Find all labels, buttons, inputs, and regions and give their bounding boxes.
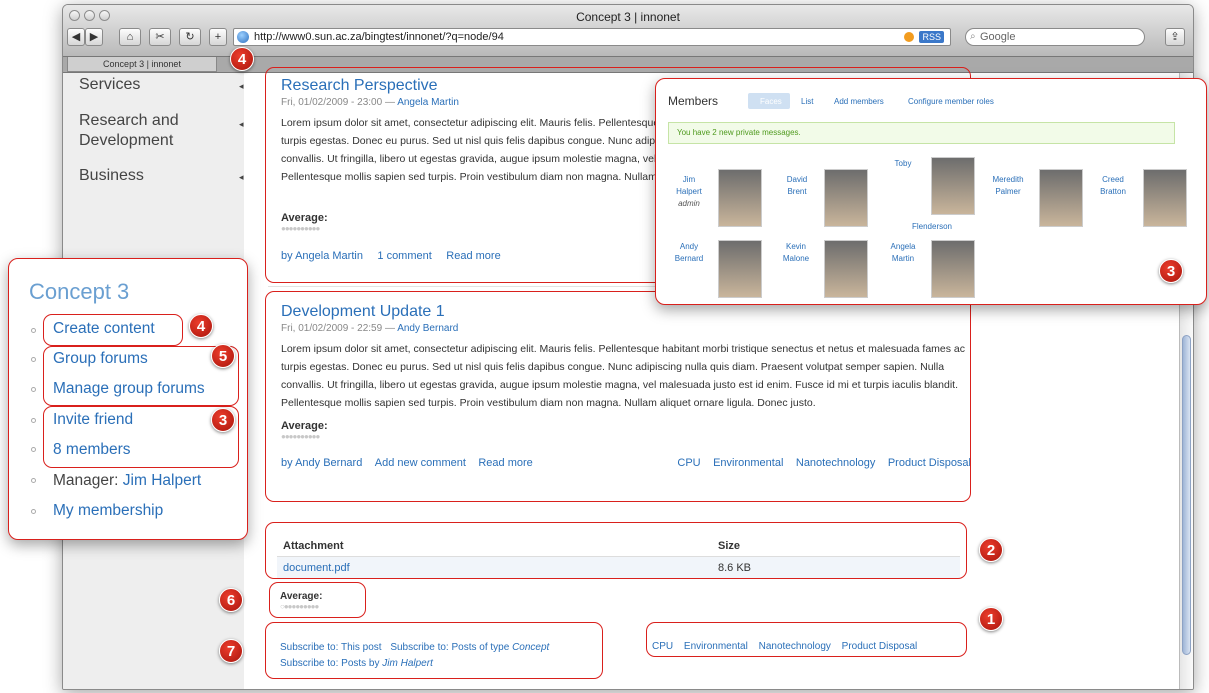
member-name[interactable]: Kevin Malone xyxy=(781,241,811,265)
annotation-box xyxy=(265,522,967,579)
member-name[interactable]: David Brent xyxy=(781,174,813,198)
annotation-badge: 6 xyxy=(219,588,243,612)
title-bar: Concept 3 | innonet ◀ ▶ ⌂ ✂ ↻ + http://w… xyxy=(63,5,1193,57)
member-name[interactable]: Jim Halpert admin xyxy=(674,174,704,210)
reload-button[interactable]: ↻ xyxy=(179,28,201,46)
manager-label: Manager: Jim Halpert xyxy=(53,472,202,489)
home-button[interactable]: ⌂ xyxy=(119,28,141,46)
sidebar-item-research[interactable]: Research and Development xyxy=(79,111,229,151)
tab-concept-3[interactable]: Concept 3 | innonet xyxy=(67,57,217,72)
tab-faces-label: Faces xyxy=(760,97,782,106)
bullet-icon xyxy=(31,328,36,333)
manager-link[interactable]: Jim Halpert xyxy=(123,472,201,489)
search-placeholder: Google xyxy=(980,31,1016,43)
member-avatar[interactable] xyxy=(718,169,762,227)
search-icon: ⌕ xyxy=(970,31,976,42)
member-avatar[interactable] xyxy=(931,240,975,298)
bullet-icon xyxy=(31,418,36,423)
member-avatar[interactable] xyxy=(931,157,975,215)
search-field[interactable]: ⌕ Google xyxy=(965,28,1145,46)
annotation-box xyxy=(43,314,183,346)
my-membership-link[interactable]: My membership xyxy=(53,501,163,521)
member-name[interactable]: Creed Bratton xyxy=(1096,174,1130,198)
annotation-badge: 4 xyxy=(189,314,213,338)
member-name[interactable]: Toby xyxy=(888,158,918,170)
bullet-icon xyxy=(31,387,36,392)
annotation-badge: 7 xyxy=(219,639,243,663)
member-avatar[interactable] xyxy=(1143,169,1187,227)
concept-menu: Concept 3 Create content Group forums Ma… xyxy=(8,258,248,540)
annotation-box xyxy=(43,346,239,406)
url-text: http://www0.sun.ac.za/bingtest/innonet/?… xyxy=(254,31,504,43)
annotation-badge: 3 xyxy=(211,408,235,432)
member-avatar[interactable] xyxy=(1039,169,1083,227)
annotation-badge: 1 xyxy=(979,607,1003,631)
back-button[interactable]: ◀ xyxy=(67,28,85,46)
concept-title: Concept 3 xyxy=(29,279,130,304)
member-name[interactable]: Andy Bernard xyxy=(674,241,704,265)
annotation-badge: 2 xyxy=(979,538,1003,562)
annotation-badge: 5 xyxy=(211,344,235,368)
annotation-box xyxy=(265,291,971,502)
member-avatar[interactable] xyxy=(824,169,868,227)
expand-arrow-icon[interactable]: ◂ xyxy=(239,119,244,130)
bookmark-button[interactable]: ✂ xyxy=(149,28,171,46)
tab-configure-roles[interactable]: Configure member roles xyxy=(908,97,994,106)
messages-notice: You have 2 new private messages. xyxy=(668,122,1175,144)
members-title: Members xyxy=(668,94,719,108)
annotation-badge: 3 xyxy=(1159,259,1183,283)
snapback-button[interactable]: ⇪ xyxy=(1165,28,1185,46)
tab-add-members[interactable]: Add members xyxy=(834,97,884,106)
site-icon xyxy=(237,31,249,43)
annotation-box xyxy=(43,406,239,468)
scroll-thumb[interactable] xyxy=(1182,335,1191,655)
bullet-icon xyxy=(31,357,36,362)
rss-button[interactable]: RSS xyxy=(919,31,944,43)
feed-icon xyxy=(904,32,914,42)
member-avatar[interactable] xyxy=(824,240,868,298)
bullet-icon xyxy=(31,509,36,514)
member-avatar[interactable] xyxy=(718,240,762,298)
tab-list[interactable]: List xyxy=(801,97,813,106)
member-name[interactable]: Meredith Palmer xyxy=(988,174,1028,198)
annotation-box xyxy=(646,622,967,657)
sidebar-item-services[interactable]: Services xyxy=(79,75,140,95)
member-name[interactable]: Angela Martin xyxy=(888,241,918,265)
bullet-icon xyxy=(31,478,36,483)
add-bookmark-button[interactable]: + xyxy=(209,28,227,46)
expand-arrow-icon[interactable]: ◂ xyxy=(239,172,244,183)
member-name[interactable]: Flenderson xyxy=(910,221,954,233)
annotation-badge: 4 xyxy=(230,47,254,71)
annotation-box xyxy=(265,622,603,679)
annotation-box xyxy=(269,582,366,618)
window-title: Concept 3 | innonet xyxy=(576,10,680,24)
sidebar-item-business[interactable]: Business xyxy=(79,166,144,186)
members-popup: Members Faces List Add members Configure… xyxy=(655,78,1207,305)
address-bar[interactable]: http://www0.sun.ac.za/bingtest/innonet/?… xyxy=(233,28,951,46)
expand-arrow-icon[interactable]: ◂ xyxy=(239,81,244,92)
forward-button[interactable]: ▶ xyxy=(85,28,103,46)
bullet-icon xyxy=(31,447,36,452)
